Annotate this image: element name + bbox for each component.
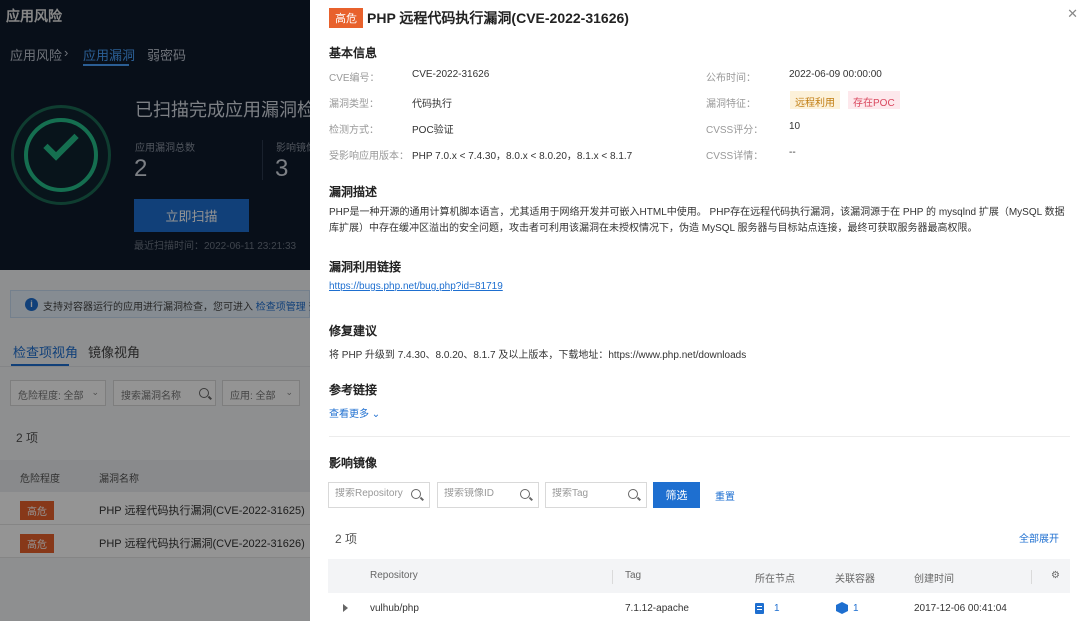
chevron-down-icon: ⌄ bbox=[371, 409, 381, 420]
column-node: 所在节点 bbox=[755, 574, 795, 585]
section-affected-images: 影响镜像 bbox=[329, 456, 378, 470]
affected-versions-label: 受影响应用版本： bbox=[329, 151, 409, 162]
column-divider bbox=[612, 570, 613, 584]
tag-search[interactable] bbox=[545, 482, 647, 508]
section-basic-info: 基本信息 bbox=[329, 46, 378, 60]
drawer-title: PHP 远程代码执行漏洞(CVE-2022-31626) bbox=[367, 10, 629, 26]
close-icon[interactable]: ✕ bbox=[1067, 6, 1078, 22]
repository-search-input[interactable] bbox=[335, 488, 409, 499]
section-fix-suggestion: 修复建议 bbox=[329, 324, 378, 338]
cvss-score-label: CVSS评分： bbox=[706, 125, 764, 136]
cell-tag: 7.1.12-apache bbox=[625, 603, 689, 614]
search-icon[interactable] bbox=[520, 489, 530, 499]
images-table-header: Repository Tag 所在节点 关联容器 创建时间 ⚙ bbox=[328, 559, 1070, 593]
search-icon[interactable] bbox=[411, 489, 421, 499]
table-row[interactable]: vulhub/php 7.1.12-apache 1 1 2017-12-06 … bbox=[328, 593, 1070, 621]
view-more-link[interactable]: 查看更多 ⌄ bbox=[329, 405, 380, 420]
cve-value: CVE-2022-31626 bbox=[412, 69, 490, 80]
cvss-detail-value: -- bbox=[789, 147, 796, 158]
expand-all-button[interactable]: 全部展开 bbox=[1019, 530, 1059, 545]
vuln-type-label: 漏洞类型： bbox=[329, 99, 379, 110]
filter-button[interactable]: 筛选 bbox=[653, 482, 700, 508]
vuln-type-value: 代码执行 bbox=[412, 99, 452, 110]
modal-mask[interactable] bbox=[0, 0, 310, 621]
container-icon bbox=[836, 602, 848, 614]
cvss-detail-label: CVSS详情： bbox=[706, 151, 764, 162]
cell-created-time: 2017-12-06 00:41:04 bbox=[914, 603, 1007, 614]
node-icon bbox=[755, 603, 764, 614]
column-containers: 关联容器 bbox=[835, 574, 875, 585]
image-count: 2 项 bbox=[335, 532, 358, 546]
vuln-description: PHP是一种开源的通用计算机脚本语言，尤其适用于网络开发并可嵌入HTML中使用。… bbox=[329, 207, 1065, 234]
column-settings-icon[interactable]: ⚙ bbox=[1051, 570, 1060, 581]
image-id-search-input[interactable] bbox=[444, 488, 518, 499]
publish-time-value: 2022-06-09 00:00:00 bbox=[789, 69, 882, 80]
section-reference: 参考链接 bbox=[329, 383, 378, 397]
section-description: 漏洞描述 bbox=[329, 185, 378, 199]
risk-badge: 高危 bbox=[329, 8, 363, 28]
publish-time-label: 公布时间： bbox=[706, 73, 756, 84]
cve-label: CVE编号： bbox=[329, 73, 380, 84]
column-tag: Tag bbox=[625, 570, 642, 581]
cell-node-count[interactable]: 1 bbox=[774, 603, 780, 614]
column-created-time: 创建时间 bbox=[914, 574, 954, 585]
search-icon[interactable] bbox=[628, 489, 638, 499]
feature-tag-poc: 存在POC bbox=[848, 91, 900, 109]
feature-tag-remote: 远程利用 bbox=[790, 91, 840, 109]
exploit-link[interactable]: https://bugs.php.net/bug.php?id=81719 bbox=[329, 281, 503, 292]
cell-repository: vulhub/php bbox=[370, 603, 419, 614]
section-divider bbox=[329, 436, 1070, 437]
affected-versions-value: PHP 7.0.x < 7.4.30，8.0.x < 8.0.20，8.1.x … bbox=[412, 151, 633, 162]
vuln-feature-label: 漏洞特征： bbox=[706, 99, 756, 110]
column-divider bbox=[1031, 570, 1032, 584]
image-id-search[interactable] bbox=[437, 482, 539, 508]
vuln-detail-drawer: ✕ 高危 PHP 远程代码执行漏洞(CVE-2022-31626) 基本信息 C… bbox=[310, 0, 1080, 621]
expand-row-icon[interactable] bbox=[343, 604, 348, 612]
fix-suggestion-text: 将 PHP 升级到 7.4.30、8.0.20、8.1.7 及以上版本，下载地址… bbox=[329, 350, 747, 361]
repository-search[interactable] bbox=[328, 482, 430, 508]
tag-search-input[interactable] bbox=[552, 488, 626, 499]
column-repository: Repository bbox=[370, 570, 418, 581]
cvss-score-value: 10 bbox=[789, 121, 801, 132]
section-exploit-link: 漏洞利用链接 bbox=[329, 260, 402, 274]
detect-method-value: POC验证 bbox=[412, 125, 454, 136]
detect-method-label: 检测方式： bbox=[329, 125, 379, 136]
cell-container-count[interactable]: 1 bbox=[853, 603, 859, 614]
reset-button[interactable]: 重置 bbox=[715, 488, 735, 503]
